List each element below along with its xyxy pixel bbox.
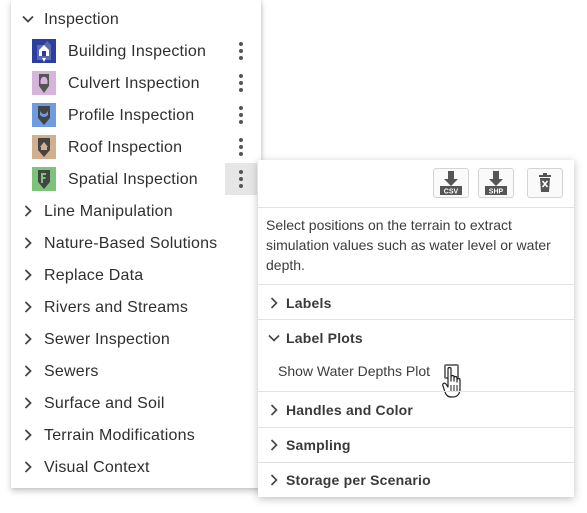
section-label: Label Plots	[286, 330, 363, 346]
category-label: Sewers	[44, 363, 99, 380]
category-label: Rivers and Streams	[44, 299, 189, 316]
section-sampling[interactable]: Sampling	[258, 427, 574, 462]
show-water-depths-plot-label: Show Water Depths Plot	[278, 363, 430, 379]
roof-inspection-icon	[32, 135, 56, 159]
chevron-right-icon	[24, 237, 32, 249]
chevron-right-icon	[24, 429, 32, 441]
delete-all-button[interactable]	[527, 168, 563, 198]
download-csv-icon: CSV	[440, 171, 462, 196]
tool-culvert-inspection[interactable]: Culvert Inspection	[11, 67, 261, 99]
more-options-button[interactable]	[225, 131, 257, 163]
chevron-right-icon	[24, 461, 32, 473]
tool-label: Spatial Inspection	[68, 171, 198, 188]
section-label: Storage per Scenario	[286, 472, 431, 488]
export-shp-button[interactable]: SHP	[478, 168, 514, 198]
section-labels[interactable]: Labels	[258, 285, 574, 320]
export-csv-button[interactable]: CSV	[433, 168, 469, 198]
category-inspection[interactable]: Inspection	[11, 3, 261, 35]
tool-spatial-inspection[interactable]: Spatial Inspection	[11, 163, 261, 195]
tool-description: Select positions on the terrain to extra…	[266, 217, 551, 273]
category-nature-based-solutions[interactable]: Nature-Based Solutions	[11, 227, 261, 259]
category-label: Replace Data	[44, 267, 144, 284]
more-options-button[interactable]	[225, 99, 257, 131]
csv-text: CSV	[444, 189, 459, 196]
category-visual-context[interactable]: Visual Context	[11, 451, 261, 483]
category-surface-and-soil[interactable]: Surface and Soil	[11, 387, 261, 419]
section-storage-per-scenario[interactable]: Storage per Scenario	[258, 462, 574, 497]
chevron-right-icon	[24, 205, 32, 217]
chevron-right-icon	[270, 297, 278, 309]
shp-text: SHP	[489, 189, 504, 196]
category-sewers[interactable]: Sewers	[11, 355, 261, 387]
category-label: Visual Context	[44, 459, 150, 476]
chevron-right-icon	[24, 365, 32, 377]
more-options-button[interactable]	[225, 163, 257, 195]
chevron-down-icon	[22, 15, 34, 23]
chevron-right-icon	[24, 301, 32, 313]
culvert-inspection-icon	[32, 71, 56, 95]
kebab-menu-icon	[239, 42, 243, 60]
section-handles-and-color[interactable]: Handles and Color	[258, 392, 574, 427]
section-label-plots[interactable]: Label Plots	[258, 320, 574, 355]
download-shp-icon: SHP	[485, 171, 507, 196]
chevron-right-icon	[24, 333, 32, 345]
trash-icon	[539, 173, 551, 192]
tool-label: Profile Inspection	[68, 107, 195, 124]
section-label: Labels	[286, 295, 332, 311]
divider	[258, 207, 574, 208]
tool-options-popup: CSV SHP Select positions on the terrain …	[258, 160, 574, 497]
profile-inspection-icon	[32, 103, 56, 127]
category-label: Nature-Based Solutions	[44, 235, 218, 252]
kebab-menu-icon	[239, 74, 243, 92]
category-label: Terrain Modifications	[44, 427, 195, 444]
tool-building-inspection[interactable]: Building Inspection	[11, 35, 261, 67]
category-sewer-inspection[interactable]: Sewer Inspection	[11, 323, 261, 355]
tool-label: Roof Inspection	[68, 139, 183, 156]
category-replace-data[interactable]: Replace Data	[11, 259, 261, 291]
kebab-menu-icon	[239, 170, 243, 188]
building-inspection-icon	[32, 39, 56, 63]
kebab-menu-icon	[239, 106, 243, 124]
chevron-right-icon	[24, 269, 32, 281]
chevron-right-icon	[270, 439, 278, 451]
chevron-right-icon	[24, 397, 32, 409]
category-line-manipulation[interactable]: Line Manipulation	[11, 195, 261, 227]
more-options-button[interactable]	[225, 67, 257, 99]
tool-label: Culvert Inspection	[68, 75, 200, 92]
kebab-menu-icon	[239, 138, 243, 156]
section-label: Sampling	[286, 437, 351, 453]
tool-tree-panel: Inspection Building Inspection Culvert I…	[11, 0, 261, 488]
tool-label: Building Inspection	[68, 43, 207, 60]
category-label: Inspection	[44, 11, 119, 28]
more-options-button[interactable]	[225, 35, 257, 67]
section-label: Handles and Color	[286, 402, 414, 418]
chevron-down-icon	[268, 334, 280, 342]
spatial-inspection-icon	[32, 167, 56, 191]
category-terrain-modifications[interactable]: Terrain Modifications	[11, 419, 261, 451]
category-label: Line Manipulation	[44, 203, 173, 220]
chevron-right-icon	[270, 404, 278, 416]
category-label: Surface and Soil	[44, 395, 165, 412]
tool-roof-inspection[interactable]: Roof Inspection	[11, 131, 261, 163]
tool-profile-inspection[interactable]: Profile Inspection	[11, 99, 261, 131]
category-label: Sewer Inspection	[44, 331, 170, 348]
category-rivers-and-streams[interactable]: Rivers and Streams	[11, 291, 261, 323]
chevron-right-icon	[270, 474, 278, 486]
